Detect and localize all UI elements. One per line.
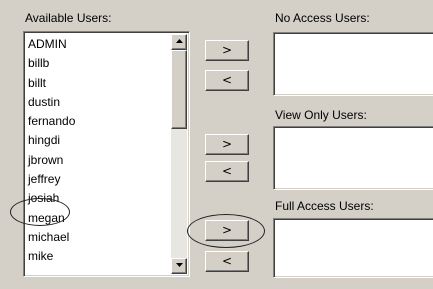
full-access-users-label: Full Access Users: bbox=[275, 199, 374, 213]
list-item[interactable]: mike bbox=[27, 247, 167, 266]
scroll-down-button[interactable] bbox=[171, 258, 187, 274]
available-users-items: ADMIN billb billt dustin fernando hingdi… bbox=[27, 35, 167, 267]
scroll-up-button[interactable] bbox=[171, 34, 187, 50]
list-item[interactable]: megan bbox=[27, 209, 167, 228]
full-access-users-list[interactable] bbox=[273, 218, 433, 278]
list-item[interactable]: fernando bbox=[27, 112, 167, 131]
remove-from-full-access-button[interactable]: < bbox=[205, 251, 249, 272]
available-users-list[interactable]: ADMIN billb billt dustin fernando hingdi… bbox=[23, 31, 190, 277]
list-item[interactable]: jeffrey bbox=[27, 170, 167, 189]
scrollbar-thumb[interactable] bbox=[171, 50, 187, 129]
list-item[interactable]: hingdi bbox=[27, 131, 167, 150]
add-to-full-access-button[interactable]: > bbox=[205, 220, 249, 241]
view-only-users-list[interactable] bbox=[273, 126, 433, 190]
arrow-up-icon bbox=[175, 39, 183, 43]
list-item[interactable]: ADMIN bbox=[27, 35, 167, 54]
vertical-scrollbar[interactable] bbox=[171, 34, 187, 274]
no-access-users-label: No Access Users: bbox=[275, 11, 370, 25]
available-users-label: Available Users: bbox=[25, 11, 112, 25]
add-to-no-access-button[interactable]: > bbox=[205, 40, 249, 61]
list-item[interactable]: billt bbox=[27, 74, 167, 93]
arrow-down-icon bbox=[175, 263, 183, 267]
list-item[interactable]: josiah bbox=[27, 189, 167, 208]
list-item[interactable]: jbrown bbox=[27, 151, 167, 170]
list-item[interactable]: billb bbox=[27, 54, 167, 73]
view-only-users-label: View Only Users: bbox=[275, 108, 367, 122]
remove-from-view-only-button[interactable]: < bbox=[205, 161, 249, 182]
remove-from-no-access-button[interactable]: < bbox=[205, 70, 249, 91]
no-access-users-list[interactable] bbox=[273, 32, 433, 96]
list-item[interactable]: dustin bbox=[27, 93, 167, 112]
add-to-view-only-button[interactable]: > bbox=[205, 134, 249, 155]
list-item[interactable]: michael bbox=[27, 228, 167, 247]
